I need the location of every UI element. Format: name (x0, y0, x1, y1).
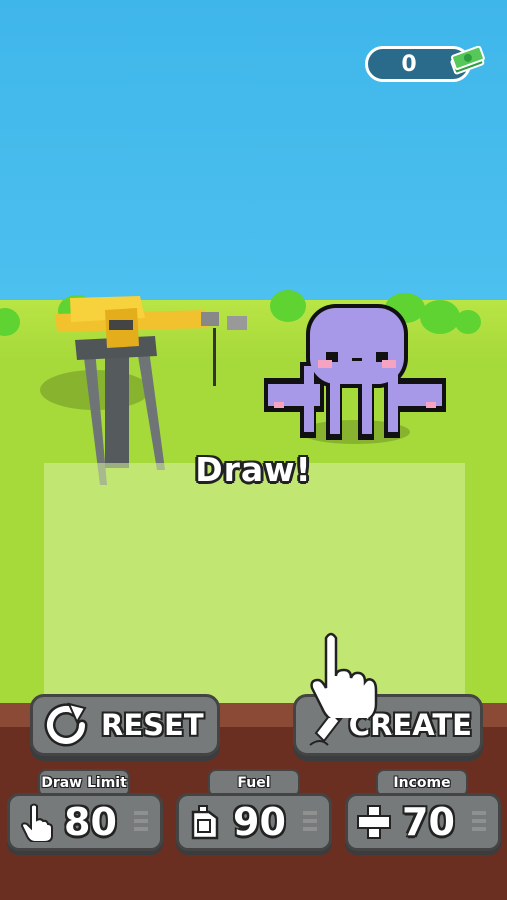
income-value: 70 (402, 800, 455, 844)
plus-icon (357, 805, 391, 839)
fuel-can-icon (191, 805, 219, 840)
sky (0, 0, 507, 300)
coin-upgrade-icon (134, 811, 148, 831)
reset-label: RESET (101, 708, 204, 742)
refresh-icon (44, 702, 88, 747)
fuel-label: Fuel (237, 775, 271, 791)
coin-upgrade-icon (303, 811, 317, 831)
coin-count: 0 (401, 51, 417, 77)
cash-stack-icon (450, 46, 485, 75)
bush (455, 310, 481, 334)
drawing-area[interactable] (44, 463, 465, 708)
income-label: Income (393, 775, 451, 791)
draw-limit-stat[interactable]: 80 (7, 793, 163, 851)
hand-pointer-icon (20, 803, 53, 842)
draw-limit-value: 80 (64, 800, 117, 844)
fuel-stat[interactable]: 90 (176, 793, 332, 851)
pixel-octopus (264, 304, 446, 440)
tutorial-hand-icon (310, 632, 378, 718)
draw-prompt: Draw! (195, 450, 312, 489)
income-stat[interactable]: 70 (345, 793, 501, 851)
reset-button[interactable]: RESET (30, 694, 220, 756)
draw-limit-label: Draw Limit (41, 775, 127, 791)
fuel-value: 90 (233, 800, 286, 844)
coin-upgrade-icon (472, 811, 486, 831)
